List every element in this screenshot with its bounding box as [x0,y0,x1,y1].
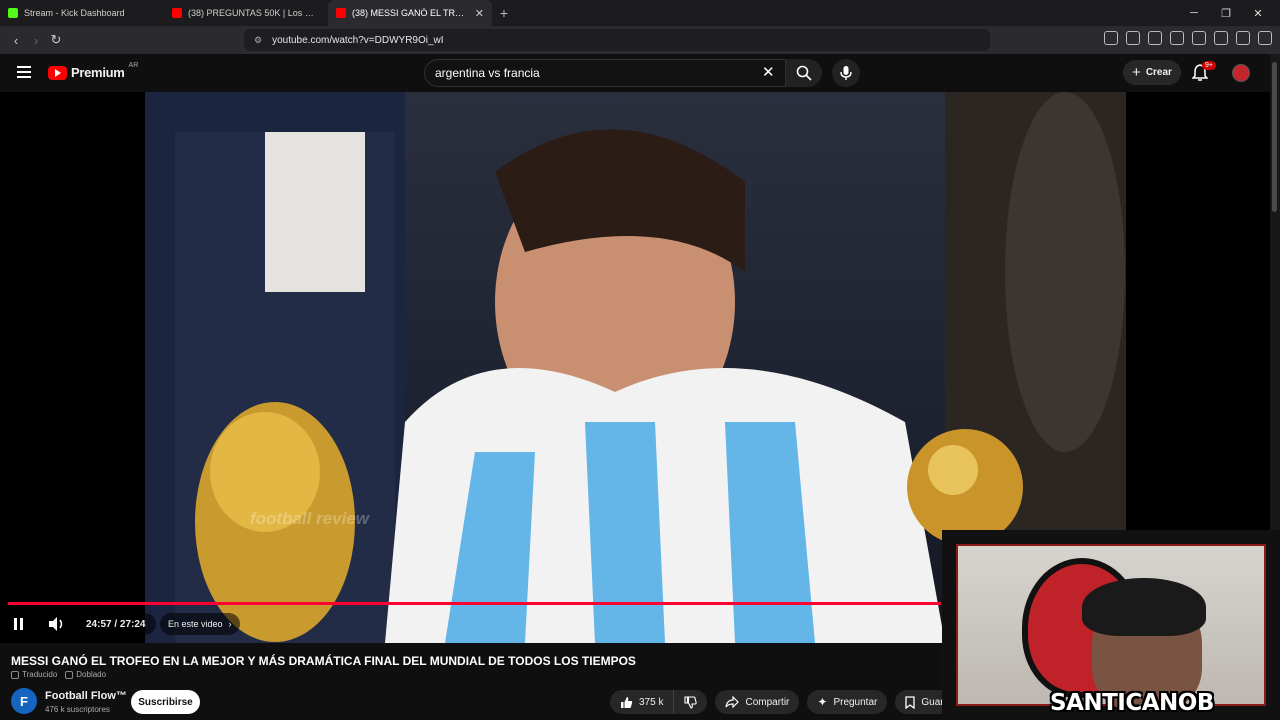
time-display: 24:57 / 27:24 [76,613,156,635]
music-icon[interactable] [1148,31,1162,45]
translated-tag: Traducido [11,670,57,679]
microphone-icon [840,66,852,80]
url-field[interactable]: ⚙ youtube.com/watch?v=DDWYR9Oi_wI [244,29,990,51]
search-button[interactable] [786,59,822,87]
share-button[interactable]: Compartir [715,690,800,714]
site-settings-icon[interactable]: ⚙ [254,35,262,46]
ask-label: Preguntar [833,696,878,708]
bookmark-icon [905,695,916,709]
tab-kick-dashboard[interactable]: Stream - Kick Dashboard [0,0,164,26]
translate-icon [11,670,19,679]
leo-icon[interactable] [1214,31,1228,45]
scrollbar-thumb[interactable] [1272,62,1277,212]
wallet-icon[interactable] [1192,31,1206,45]
streamer-hair [1082,578,1206,636]
tab-close-icon[interactable]: ✕ [475,7,484,20]
browser-menu-icon[interactable] [1258,31,1272,45]
chapters-label: En este video [168,619,223,629]
video-title: MESSI GANÓ EL TROFEO EN LA MEJOR Y MÁS D… [11,654,636,668]
video-tags: Traducido Doblado [11,670,106,679]
dubbed-label: Doblado [76,670,107,679]
chevron-right-icon: › [228,619,232,629]
streamer-name: SANTICANOB [1050,690,1214,716]
notification-badge: 9+ [1202,61,1216,70]
clear-search-icon[interactable]: ✕ [762,63,775,81]
logo-text: Premium [71,65,125,80]
webcam-overlay: SANTICANOB [942,530,1280,720]
extensions-toolbar [1104,31,1272,45]
youtube-favicon-icon [172,8,182,18]
youtube-favicon-icon [336,8,346,18]
close-window-icon[interactable]: ✕ [1242,0,1274,26]
reload-icon[interactable]: ↻ [46,32,66,48]
youtube-play-icon [48,65,67,80]
subscribe-button[interactable]: Suscribirse [131,690,200,714]
channel-name[interactable]: Football Flow™ [45,690,127,702]
player-controls: 24:57 / 27:24 En este video › [0,607,942,643]
subscriber-count: 476 k suscriptores [45,705,110,714]
extension-icon[interactable] [1104,31,1118,45]
back-icon[interactable]: ‹ [6,33,26,48]
video-actions: 375 k Compartir ✦ Preguntar Guardar [610,690,967,714]
share-icon [725,696,740,708]
tab-messi-video[interactable]: (38) MESSI GANÓ EL TROFEO ✕ [328,0,492,26]
dubbed-tag: Doblado [65,670,106,679]
tab-label: Stream - Kick Dashboard [24,8,125,18]
dislike-button[interactable] [674,690,708,714]
kick-favicon-icon [8,8,18,18]
dubbed-icon [65,670,74,679]
plus-icon: + [1132,64,1141,81]
restore-icon[interactable]: ❐ [1210,0,1242,26]
voice-search-button[interactable] [832,59,860,87]
search-input[interactable]: argentina vs francia [424,59,786,87]
forward-icon[interactable]: › [26,33,46,48]
sparkle-icon: ✦ [817,695,828,709]
address-bar-row: ‹ › ↻ ⚙ youtube.com/watch?v=DDWYR9Oi_wI [0,26,1280,54]
thumbs-up-icon [621,696,633,708]
country-code: AR [128,62,139,69]
share-label: Compartir [745,696,790,708]
like-count: 375 k [639,696,664,708]
search-value: argentina vs francia [435,66,540,80]
volume-icon[interactable] [48,616,66,632]
tab-preguntas[interactable]: (38) PREGUNTAS 50K | Los Displicentes [164,0,328,26]
tab-label: (38) MESSI GANÓ EL TROFEO [352,8,469,18]
thumbs-down-icon [684,695,698,709]
create-label: Crear [1145,67,1172,78]
hamburger-menu-icon[interactable] [17,66,31,78]
extension-icon[interactable] [1126,31,1140,45]
window-controls: ─ ❐ ✕ [1178,0,1274,26]
channel-avatar[interactable]: F [11,688,37,714]
ask-button[interactable]: ✦ Preguntar [807,690,888,714]
search-icon [796,65,812,81]
minimize-icon[interactable]: ─ [1178,0,1210,26]
video-watermark: football review [250,509,370,528]
youtube-header: Premium AR argentina vs francia ✕ + Crea… [0,54,1280,92]
translated-label: Traducido [22,670,58,679]
chapters-button[interactable]: En este video › [160,613,240,635]
browser-tab-bar: Stream - Kick Dashboard (38) PREGUNTAS 5… [0,0,1280,26]
url-text: youtube.com/watch?v=DDWYR9Oi_wI [272,34,444,46]
vpn-icon[interactable] [1236,31,1250,45]
like-button[interactable]: 375 k [610,690,675,714]
new-tab-icon[interactable]: + [492,5,516,21]
progress-bar[interactable] [8,602,942,605]
tab-label: (38) PREGUNTAS 50K | Los Displicentes [188,8,320,18]
account-avatar[interactable] [1232,64,1250,82]
pause-icon[interactable] [14,618,23,630]
like-dislike-group: 375 k [610,690,708,714]
time-text: 24:57 / 27:24 [86,618,146,630]
sidebar-icon[interactable] [1170,31,1184,45]
create-button[interactable]: + Crear [1123,60,1181,85]
youtube-logo[interactable]: Premium AR [48,62,139,80]
